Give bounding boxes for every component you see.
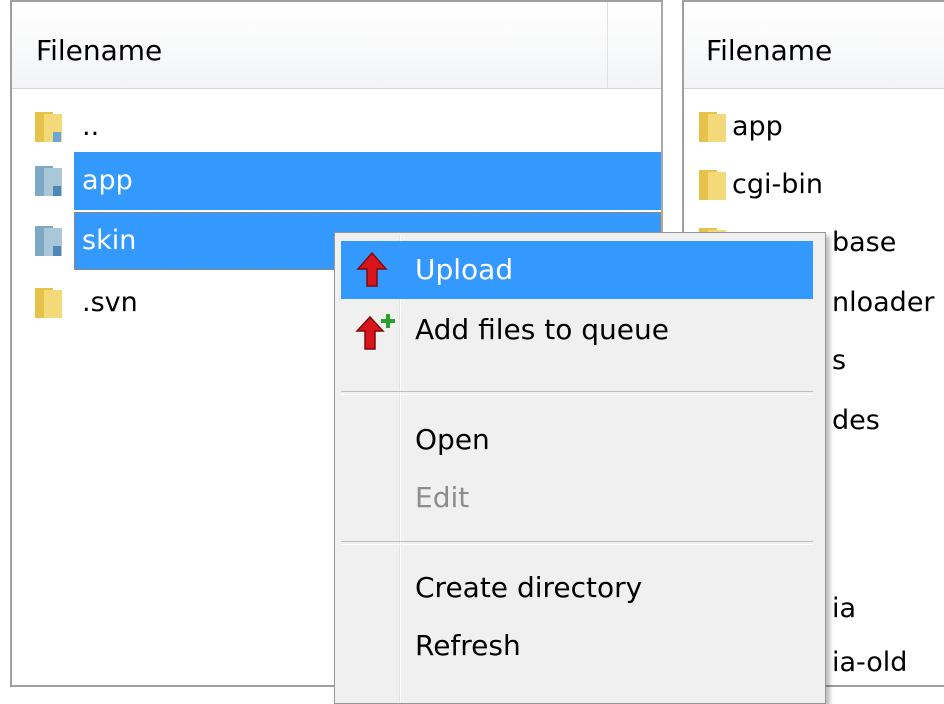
list-item-name: app [82,165,133,196]
menu-item-label: Edit [415,481,470,514]
menu-item-label: Refresh [415,629,521,662]
folder-icon [34,110,64,148]
add-to-queue-icon [355,311,399,355]
folder-icon [698,110,728,148]
column-header-label: Filename [36,34,163,67]
menu-item-upload[interactable]: Upload [341,241,813,299]
list-item-name: app [732,111,783,142]
folder-icon [34,224,64,262]
list-item-name: cgi-bin [732,169,823,200]
list-item-name: skin [82,225,137,256]
column-divider [607,2,608,88]
list-item-name: ia [832,593,857,624]
menu-item-label: Open [415,423,490,456]
upload-arrow-icon [355,251,389,293]
list-item[interactable]: .. [12,98,661,156]
menu-item-add-files-to-queue[interactable]: Add files to queue [341,301,813,359]
list-item-name: ia-old [832,647,908,678]
folder-icon [698,168,728,206]
selection-highlight [74,152,661,210]
column-header-label: Filename [706,34,833,67]
menu-item-open[interactable]: Open [341,411,813,469]
menu-item-refresh[interactable]: Refresh [341,617,813,675]
list-item[interactable]: cgi-bin [684,156,944,214]
list-item[interactable]: app [12,152,661,210]
list-item-name: base [832,227,897,258]
column-header-filename[interactable]: Filename [12,2,661,89]
list-item[interactable]: app [684,98,944,156]
list-item-name: .. [82,111,100,142]
menu-separator [341,391,813,395]
context-menu: Upload Add files to queue Open Edit Crea… [334,232,826,704]
menu-separator [341,541,813,545]
menu-item-label: Add files to queue [415,313,669,346]
menu-item-label: Upload [415,253,514,286]
list-item-name: .svn [82,287,138,318]
list-item-name: des [832,405,880,436]
column-header-filename[interactable]: Filename [684,2,944,89]
folder-icon [34,286,64,324]
menu-item-label: Create directory [415,571,643,604]
list-item-name: s [832,345,847,376]
folder-icon [34,164,64,202]
menu-item-create-directory[interactable]: Create directory [341,559,813,617]
menu-item-edit[interactable]: Edit [341,469,813,527]
list-item-name: nloader [832,287,935,318]
